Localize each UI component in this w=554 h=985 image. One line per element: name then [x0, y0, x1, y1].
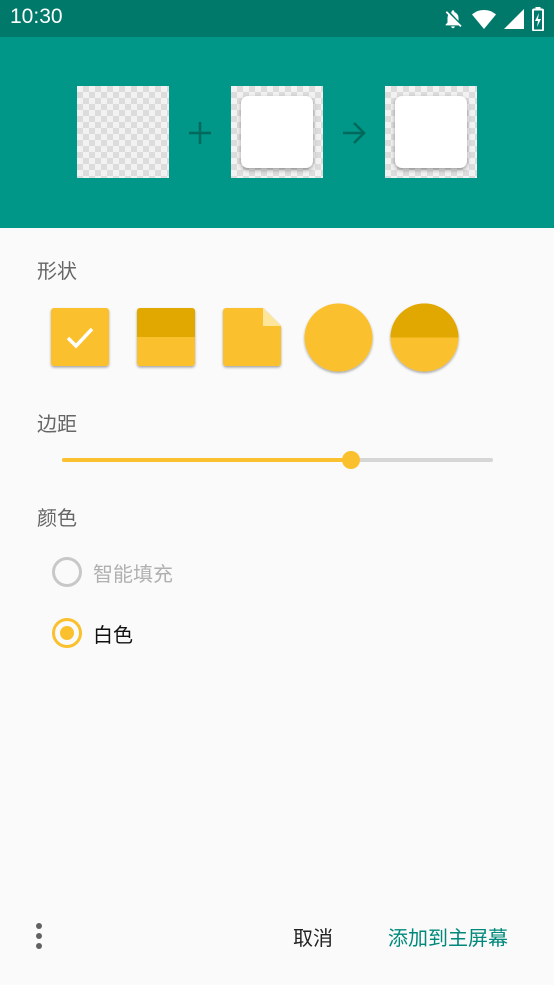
white-tile — [241, 96, 313, 168]
shape-option-circle-two-tone[interactable] — [390, 303, 459, 372]
arrow-right-icon — [343, 122, 366, 144]
shape-option-folded-corner[interactable] — [223, 308, 281, 366]
icon-preview — [0, 37, 554, 228]
padding-slider[interactable] — [62, 446, 493, 474]
color-section-label: 颜色 — [37, 506, 77, 530]
add-to-home-screen-button[interactable]: 添加到主屏幕 — [388, 922, 508, 951]
more-vert-icon[interactable] — [30, 920, 50, 952]
shape-option-circle[interactable] — [304, 303, 373, 372]
status-icons — [442, 7, 544, 31]
signal-icon — [504, 9, 524, 29]
cancel-button[interactable]: 取消 — [293, 922, 333, 951]
shape-option-square-two-tone[interactable] — [137, 308, 195, 366]
battery-icon — [532, 7, 544, 31]
foreground-icon-preview — [231, 86, 323, 178]
screen: 10:30 形状 边距 颜色 智能填充 白色 取消 添加到主屏幕 — [0, 0, 554, 985]
shape-option-rounded-square[interactable] — [51, 308, 109, 366]
radio-unchecked — [52, 557, 82, 587]
white-tile — [395, 96, 467, 168]
shape-section-label: 形状 — [37, 259, 77, 283]
wifi-icon — [472, 10, 496, 29]
color-option-white[interactable]: 白色 — [52, 617, 133, 649]
notifications-off-icon — [445, 10, 462, 29]
padding-section-label: 边距 — [37, 412, 77, 436]
result-icon-preview — [385, 86, 477, 178]
slider-thumb[interactable] — [341, 451, 360, 469]
radio-label: 白色 — [93, 622, 133, 647]
transparent-background-preview — [77, 86, 169, 178]
slider-fill — [62, 458, 351, 462]
status-bar: 10:30 — [0, 0, 554, 37]
status-time: 10:30 — [10, 5, 63, 28]
color-option-smart-fill: 智能填充 — [52, 556, 173, 588]
plus-icon — [189, 122, 211, 144]
radio-checked[interactable] — [52, 618, 82, 648]
radio-label: 智能填充 — [93, 561, 173, 586]
